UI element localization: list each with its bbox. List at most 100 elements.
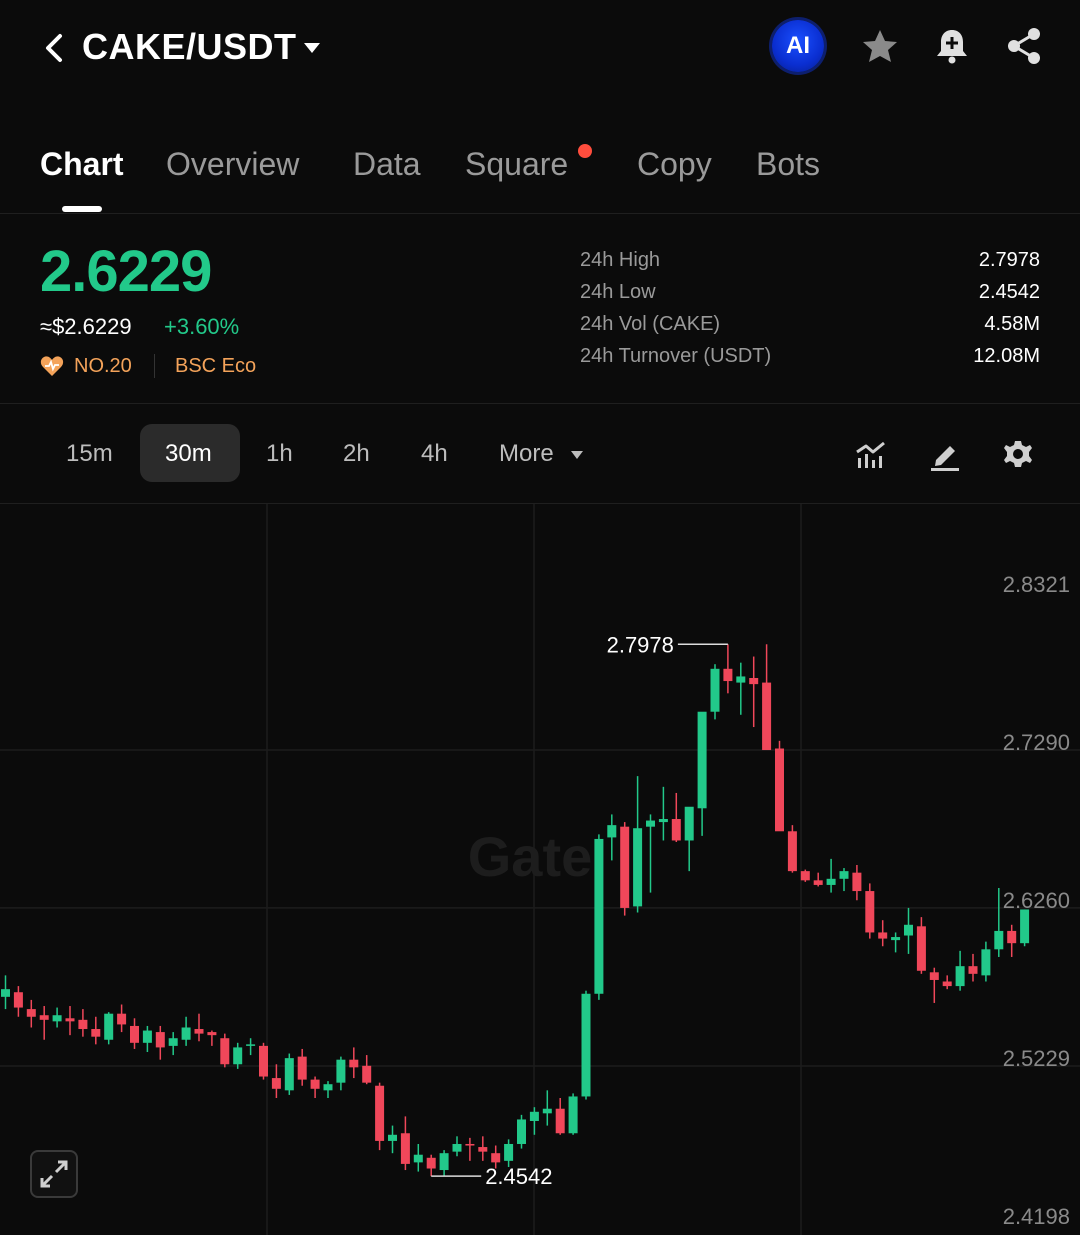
candle-down [865,891,875,933]
candle-up [233,1047,243,1065]
rank-badge[interactable]: NO.20 [74,355,132,378]
interval-more[interactable]: More [499,440,554,468]
candle-down [620,826,630,908]
interval-4h[interactable]: 4h [421,440,448,468]
candle-up [839,871,849,879]
candle-down [671,819,681,841]
candle-up [826,878,836,885]
candle-down [942,981,952,987]
candle-down [259,1045,268,1077]
y-tick-label: 2.8321 [1003,572,1070,597]
candle-up [388,1134,397,1141]
candle-down [465,1143,475,1146]
tab-bots[interactable]: Bots [756,146,820,183]
chart-canvas[interactable]: 2.8321 2.7290 2.6260 2.5229 2.4198 Gate 2.7978… [0,504,1080,1235]
draw-pencil-icon[interactable] [928,438,962,472]
candle-down [65,1018,75,1022]
candle-up [104,1013,114,1040]
top-bar: CAKE/USDT AI [0,0,1080,100]
y-tick-label: 2.5229 [1003,1046,1070,1071]
category-tag[interactable]: BSC Eco [175,355,256,378]
candle-down [310,1079,320,1089]
candle-up [955,966,965,987]
stat-value-24h-vol: 4.58M [984,313,1040,335]
tab-data[interactable]: Data [353,146,421,183]
interval-1h[interactable]: 1h [266,440,293,468]
back-arrow-icon[interactable] [38,28,70,68]
candle-down [968,966,978,974]
price-change: +3.60% [164,314,240,339]
last-price: 2.6229 [40,239,212,304]
candle-up [594,838,604,994]
share-icon[interactable] [1004,26,1044,66]
candle-up [504,1143,514,1161]
gear-icon[interactable] [1001,438,1035,472]
candle-down [349,1059,359,1068]
candle-up [439,1153,449,1171]
bell-plus-icon[interactable] [932,26,972,66]
high-price-label: 2.7978 [607,632,674,657]
candle-up [181,1027,191,1040]
candle-up [517,1119,526,1144]
candle-down [1007,930,1017,944]
candle-down [194,1029,204,1034]
interval-15m[interactable]: 15m [66,440,113,468]
candle-up [246,1044,256,1046]
candle-up [736,676,746,683]
stat-label-24h-turnover: 24h Turnover (USDT) [580,345,772,367]
fullscreen-button[interactable] [30,1150,78,1198]
candle-down [762,682,772,751]
candle-up [52,1015,62,1022]
candle-up [542,1108,552,1114]
star-icon[interactable] [860,26,900,66]
candle-up [1020,909,1030,944]
caret-down-icon[interactable] [302,40,322,56]
candle-up [284,1058,294,1091]
candle-up [142,1030,152,1043]
candle-down [13,992,23,1008]
candle-down [916,926,926,971]
candle-up [710,668,720,712]
stat-value-24h-low: 2.4542 [978,281,1040,303]
tab-copy[interactable]: Copy [637,146,712,183]
tab-overview[interactable]: Overview [166,146,299,183]
stat-value-24h-turnover: 12.08M [973,345,1040,367]
candle-up [633,828,643,907]
indicators-icon[interactable] [854,438,888,472]
active-tab-indicator [62,206,102,212]
candle-down [478,1147,488,1152]
candle-down [491,1153,501,1163]
low-price-label: 2.4542 [485,1164,552,1189]
watermark-logo: Gate [468,825,593,888]
candle-up [1,989,10,997]
candle-down [78,1019,88,1030]
candle-down [852,872,862,892]
candle-up [323,1084,333,1091]
ticker-summary: 2.6229 ≈$2.6229 +3.60% NO.20 BSC Eco 24h… [0,214,1080,404]
candle-down [800,871,810,881]
candle-up [168,1038,178,1046]
candle-down [775,748,784,832]
candle-down [220,1038,230,1065]
stat-label-24h-high: 24h High [580,249,661,271]
candle-down [749,677,759,685]
candle-up [658,819,668,823]
candle-down [362,1065,372,1083]
ai-assistant-button[interactable]: AI [772,20,824,72]
candlestick-chart[interactable]: 2.8321 2.7290 2.6260 2.5229 2.4198 Gate 2.7978… [0,504,1080,1235]
notification-dot [578,144,592,158]
tab-square[interactable]: Square [465,146,568,183]
candle-up [529,1111,539,1121]
candle-down [297,1056,307,1080]
candle-up [568,1096,578,1134]
caret-down-icon[interactable] [570,450,584,460]
usd-price: ≈$2.6229 [40,314,132,339]
interval-2h[interactable]: 2h [343,440,370,468]
tab-chart[interactable]: Chart [40,146,124,183]
candle-down [271,1078,281,1089]
candle-up [994,930,1004,950]
trading-pair-title[interactable]: CAKE/USDT [82,26,297,68]
candle-up [452,1143,462,1152]
candle-down [117,1013,127,1025]
interval-30m[interactable]: 30m [165,440,212,468]
